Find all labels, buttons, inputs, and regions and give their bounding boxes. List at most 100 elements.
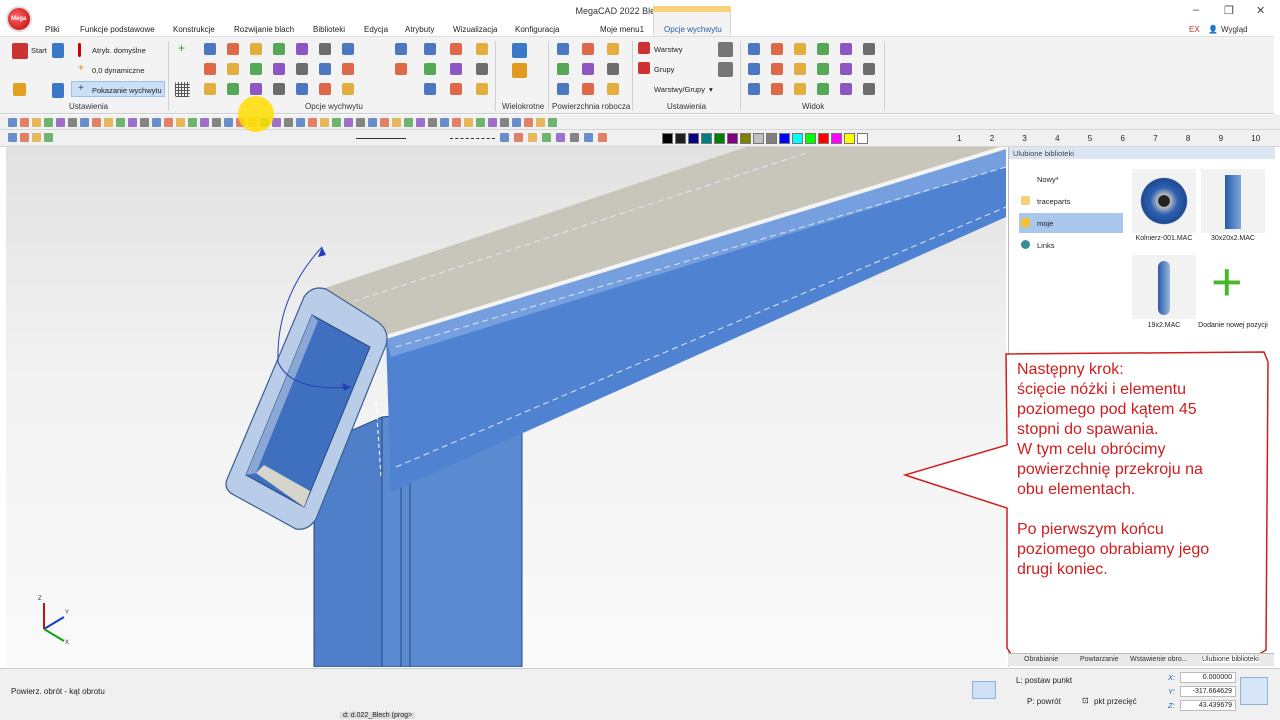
tab-edycja[interactable]: Edycja [364, 25, 388, 34]
toolbar-icon[interactable] [452, 118, 461, 127]
close-button[interactable]: ✕ [1256, 4, 1265, 17]
toolbar-icon[interactable] [512, 118, 521, 127]
toolbar-icon[interactable] [392, 118, 401, 127]
maximize-button[interactable]: ❐ [1224, 4, 1234, 17]
snap-option-icon[interactable] [450, 43, 462, 55]
toolbar-icon[interactable] [116, 118, 125, 127]
minimize-button[interactable]: – [1193, 4, 1199, 16]
tab-opcje-wychwytu[interactable]: Opcje wychwytu [664, 25, 722, 34]
library-item-moje[interactable]: moje [1019, 213, 1123, 233]
color-swatch[interactable] [688, 133, 699, 144]
app-logo[interactable]: Mega [6, 6, 32, 32]
color-swatch[interactable] [753, 133, 764, 144]
color-swatch[interactable] [792, 133, 803, 144]
toolbar-icon[interactable] [188, 118, 197, 127]
tab-konfiguracja[interactable]: Konfiguracja [515, 25, 559, 34]
toolbar-icon[interactable] [332, 118, 341, 127]
tab-konstrukcje[interactable]: Konstrukcje [173, 25, 215, 34]
toolbar-icon[interactable] [308, 118, 317, 127]
toolbar-icon[interactable] [92, 118, 101, 127]
snap-option-icon[interactable] [476, 83, 488, 95]
toolbar-icon[interactable] [500, 118, 509, 127]
attribute-icon[interactable] [542, 133, 551, 142]
view-icon[interactable] [794, 63, 806, 75]
view-icon[interactable] [863, 83, 875, 95]
library-item-links[interactable]: Links [1019, 235, 1123, 255]
multi-snap-icon[interactable] [512, 43, 527, 58]
view-icon[interactable] [748, 43, 760, 55]
snap-option-icon[interactable] [450, 63, 462, 75]
toolbar-icon[interactable] [32, 118, 41, 127]
taskbar-item[interactable]: d: d.022_Blech (prog> [340, 712, 416, 719]
tab-obrabianie[interactable]: Obrabianie [1024, 656, 1058, 663]
move-arrows-icon[interactable] [1240, 677, 1268, 705]
undo-icon[interactable] [52, 43, 64, 58]
snap-option-icon[interactable] [250, 63, 262, 75]
attribute-icon[interactable] [514, 133, 523, 142]
snap-option-icon[interactable] [227, 63, 239, 75]
snap-option-icon[interactable] [342, 83, 354, 95]
workplane-icon[interactable] [557, 43, 569, 55]
snap-option-icon[interactable] [204, 63, 216, 75]
snap-option-icon[interactable] [342, 63, 354, 75]
snap-option-icon[interactable] [395, 43, 407, 55]
view-icon[interactable] [863, 43, 875, 55]
color-swatch[interactable] [857, 133, 868, 144]
x-coordinate-field[interactable]: 0.000000 [1180, 672, 1236, 683]
snap-option-icon[interactable] [476, 43, 488, 55]
thumb-kolnierz[interactable] [1132, 169, 1196, 233]
attribute-icon[interactable] [32, 133, 41, 142]
redo-icon[interactable] [52, 83, 64, 98]
attribute-icon[interactable] [570, 133, 579, 142]
layers-icon[interactable] [638, 42, 650, 54]
snap-option-icon[interactable] [319, 63, 331, 75]
toolbar-icon[interactable] [524, 118, 533, 127]
layer-number[interactable]: 9 [1219, 134, 1223, 143]
color-swatch[interactable] [701, 133, 712, 144]
attribute-icon[interactable] [8, 133, 17, 142]
toolbar-icon[interactable] [356, 118, 365, 127]
library-item-traceparts[interactable]: traceparts [1019, 191, 1123, 211]
snap-option-icon[interactable] [273, 83, 285, 95]
toolbar-icon[interactable] [152, 118, 161, 127]
color-swatch[interactable] [779, 133, 790, 144]
z-coordinate-field[interactable]: 43.439679 [1180, 700, 1236, 711]
attribute-icon[interactable] [44, 133, 53, 142]
workplane-icon[interactable] [557, 63, 569, 75]
groups-button[interactable]: Grupy [654, 65, 674, 74]
color-swatch[interactable] [831, 133, 842, 144]
layer-number[interactable]: 2 [990, 134, 994, 143]
toolbar-icon[interactable] [104, 118, 113, 127]
attribute-icon[interactable] [500, 133, 509, 142]
tab-biblioteki[interactable]: Biblioteki [313, 25, 345, 34]
group-settings-icon[interactable] [718, 62, 733, 77]
add-snap-icon[interactable]: + [178, 41, 185, 55]
tab-ulubione[interactable]: Ulubione biblioteki [1202, 656, 1259, 663]
y-coordinate-field[interactable]: -317.664629 [1180, 686, 1236, 697]
toolbar-icon[interactable] [380, 118, 389, 127]
toolbar-icon[interactable] [272, 118, 281, 127]
groups-icon[interactable] [638, 62, 650, 74]
toolbar-icon[interactable] [128, 118, 137, 127]
workplane-icon[interactable] [582, 63, 594, 75]
tab-funkcje-podstawowe[interactable]: Funkcje podstawowe [80, 25, 155, 34]
workplane-icon[interactable] [607, 63, 619, 75]
color-swatch[interactable] [714, 133, 725, 144]
snap-option-icon[interactable] [227, 83, 239, 95]
toolbar-icon[interactable] [536, 118, 545, 127]
toolbar-icon[interactable] [464, 118, 473, 127]
layer-number[interactable]: 6 [1121, 134, 1125, 143]
toolbar-icon[interactable] [20, 118, 29, 127]
view-icon[interactable] [840, 83, 852, 95]
color-swatch[interactable] [766, 133, 777, 144]
layer-number[interactable]: 7 [1153, 134, 1157, 143]
toolbar-icon[interactable] [344, 118, 353, 127]
toolbar-icon[interactable] [140, 118, 149, 127]
view-icon[interactable] [771, 63, 783, 75]
layer-settings-icon[interactable] [718, 42, 733, 57]
color-swatch[interactable] [675, 133, 686, 144]
chevron-down-icon[interactable]: ▾ [709, 85, 713, 94]
layers-groups-dropdown[interactable]: Warstwy/Grupy [654, 85, 705, 94]
workplane-icon[interactable] [582, 43, 594, 55]
layer-number[interactable]: 8 [1186, 134, 1190, 143]
